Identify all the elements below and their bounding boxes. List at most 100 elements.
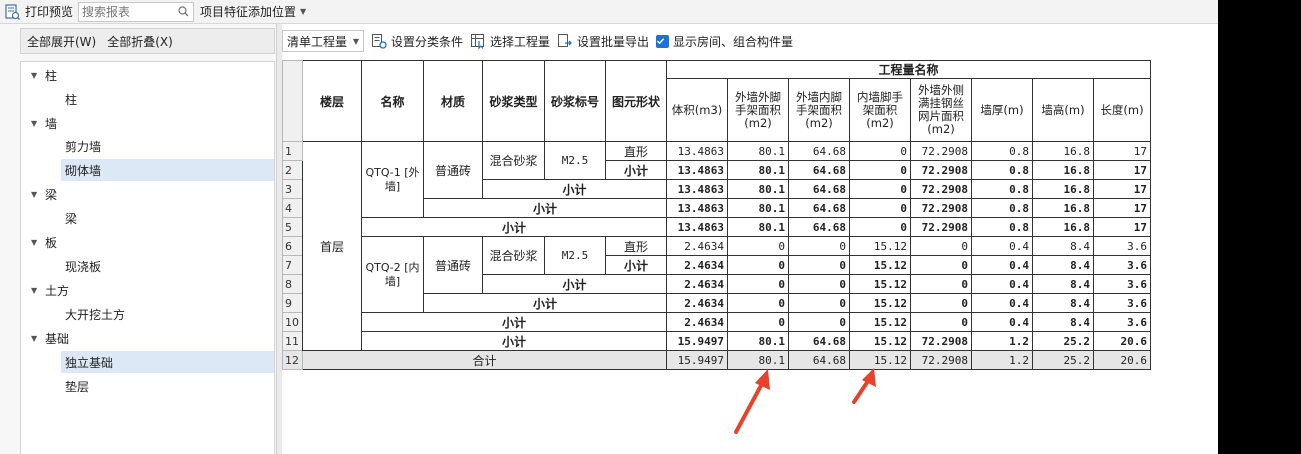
value-cell: 3.6 (1093, 293, 1151, 313)
quantity-type-dropdown[interactable]: 清单工程量 ▼ (282, 30, 364, 52)
collapse-triangle-icon[interactable]: ▼ (31, 190, 37, 199)
table-row[interactable]: 10 小计 2.4634 0 0 15.12 0 0.4 8.4 3.6 (282, 312, 1151, 332)
header-wall-thickness: 墙厚(m) (971, 78, 1033, 142)
row-number: 7 (282, 255, 303, 275)
value-cell: 80.1 (727, 331, 789, 351)
collapse-triangle-icon[interactable]: ▼ (31, 238, 37, 247)
tree-item-isolated-footing[interactable]: 独立基础 (61, 351, 274, 373)
value-cell: 0.4 (971, 312, 1033, 332)
value-cell: 17 (1093, 179, 1151, 199)
value-cell: 0 (727, 255, 789, 275)
value-cell: 3.6 (1093, 236, 1151, 256)
search-icon[interactable] (175, 4, 191, 20)
show-room-checkbox[interactable]: 显示房间、组合构件量 (656, 33, 793, 50)
value-cell: 3.6 (1093, 255, 1151, 275)
value-cell: 0 (910, 312, 972, 332)
left-panel: 全部展开(W) 全部折叠(X) ▼ 柱 柱 ▼ 墙 剪力墙 砌体墙 ▼ 梁 梁 ▼ 板 … (0, 24, 278, 454)
value-cell: 17 (1093, 198, 1151, 218)
show-room-label: 显示房间、组合构件量 (673, 34, 794, 49)
value-cell: 64.68 (788, 198, 850, 218)
row-number: 11 (282, 331, 303, 351)
select-quantity-button[interactable]: 选择工程量 (470, 33, 550, 50)
tree-item-foundation-group[interactable]: ▼ 基础 (21, 327, 274, 349)
header-ext-outer-scaffold: 外墙外脚手架面积(m2) (727, 78, 789, 142)
table-row[interactable]: 5 小计 13.4863 80.1 64.68 0 72.2908 0.8 16… (282, 217, 1151, 237)
value-cell: 16.8 (1032, 217, 1094, 237)
value-cell: 80.1 (727, 217, 789, 237)
header-volume: 体积(m3) (666, 78, 728, 142)
report-search-box[interactable] (78, 1, 195, 22)
table-row[interactable]: 6 QTQ-2 [内墙] 普通砖 混合砂浆 M2.5 直形 2.4634 0 0… (282, 236, 1151, 313)
row-number: 12 (282, 350, 303, 370)
set-category-button[interactable]: 设置分类条件 (371, 33, 463, 50)
value-cell: 64.68 (788, 160, 850, 180)
value-cell: 72.2908 (910, 198, 972, 218)
black-margin (1218, 0, 1301, 454)
tree-item-masonry-wall[interactable]: 砌体墙 (61, 159, 274, 181)
collapse-triangle-icon[interactable]: ▼ (31, 286, 37, 295)
header-length: 长度(m) (1093, 78, 1151, 142)
row-number: 6 (282, 236, 303, 256)
value-cell: 13.4863 (666, 198, 728, 218)
value-cell: 15.12 (849, 274, 911, 294)
total-row[interactable]: 12 合计 15.9497 80.1 64.68 15.12 72.2908 1… (282, 350, 1151, 370)
report-search-input[interactable] (79, 2, 176, 21)
tree-item-earthwork-group[interactable]: ▼ 土方 (21, 279, 274, 301)
print-preview-button[interactable]: 打印预览 (0, 0, 73, 24)
header-wall-height: 墙高(m) (1032, 78, 1094, 142)
mortar-type-cell: 混合砂浆 (482, 236, 545, 275)
value-cell: 64.68 (788, 141, 850, 161)
value-cell: 72.2908 (910, 141, 972, 161)
expand-all-button[interactable]: 全部展开(W) (27, 33, 96, 50)
print-icon (5, 3, 20, 20)
value-cell: 0 (849, 198, 911, 218)
tree-item-column[interactable]: 柱 (21, 88, 274, 110)
batch-export-icon (558, 34, 572, 47)
value-cell: 72.2908 (910, 331, 972, 351)
table-row[interactable]: 11 小计 15.9497 80.1 64.68 15.12 72.2908 1… (282, 331, 1151, 351)
subtotal-label: 小计 (482, 274, 667, 294)
row-number: 9 (282, 293, 303, 313)
value-cell: 0 (910, 255, 972, 275)
value-cell: 16.8 (1032, 160, 1094, 180)
tree-item-cushion[interactable]: 垫层 (21, 375, 274, 397)
value-cell: 15.12 (849, 331, 911, 351)
subtotal-label: 小计 (361, 312, 667, 332)
tree-item-beam[interactable]: 梁 (21, 207, 274, 229)
value-cell: 13.4863 (666, 160, 728, 180)
table-row[interactable]: 1 首层 QTQ-1 [外墙] 普通砖 混合砂浆 M2.5 直形 13.4863… (282, 141, 1151, 351)
value-cell: 17 (1093, 160, 1151, 180)
tree-item-column-group[interactable]: ▼ 柱 (21, 64, 274, 86)
checkbox-checked-icon[interactable] (656, 34, 670, 48)
value-cell: 0.4 (971, 255, 1033, 275)
subtotal-label: 小计 (482, 179, 667, 199)
value-cell: 2.4634 (666, 255, 728, 275)
tree-item-shear-wall[interactable]: 剪力墙 (21, 135, 274, 157)
tree-item-wall-group[interactable]: ▼ 墙 (21, 112, 274, 134)
tree-item-beam-group[interactable]: ▼ 梁 (21, 183, 274, 205)
value-cell: 15.9497 (666, 331, 728, 351)
tree-item-cast-slab[interactable]: 现浇板 (21, 255, 274, 277)
annotation-arrow-icon (734, 369, 770, 434)
tree-item-excavation[interactable]: 大开挖土方 (21, 303, 274, 325)
header-quantity-group: 工程量名称 (666, 60, 1151, 79)
set-category-label: 设置分类条件 (391, 34, 464, 49)
batch-export-button[interactable]: 设置批量导出 (557, 33, 649, 50)
value-cell: 0 (849, 217, 911, 237)
value-cell: 0 (788, 274, 850, 294)
value-cell: 2.4634 (666, 293, 728, 313)
top-toolbar: 打印预览 项目特征添加位置 ▼ (0, 0, 1218, 24)
value-cell: 2.4634 (666, 274, 728, 294)
value-cell: 25.2 (1032, 331, 1094, 351)
select-quantity-icon (471, 34, 485, 49)
tree-item-slab-group[interactable]: ▼ 板 (21, 231, 274, 253)
feature-position-dropdown[interactable]: 项目特征添加位置 ▼ (200, 3, 306, 20)
collapse-all-button[interactable]: 全部折叠(X) (107, 33, 173, 50)
value-cell: 8.4 (1032, 255, 1094, 275)
value-cell: 0 (849, 160, 911, 180)
collapse-triangle-icon[interactable]: ▼ (31, 71, 37, 80)
header-floor: 楼层 (302, 60, 362, 142)
collapse-triangle-icon[interactable]: ▼ (31, 119, 37, 128)
collapse-triangle-icon[interactable]: ▼ (31, 334, 37, 343)
value-cell: 13.4863 (666, 179, 728, 199)
